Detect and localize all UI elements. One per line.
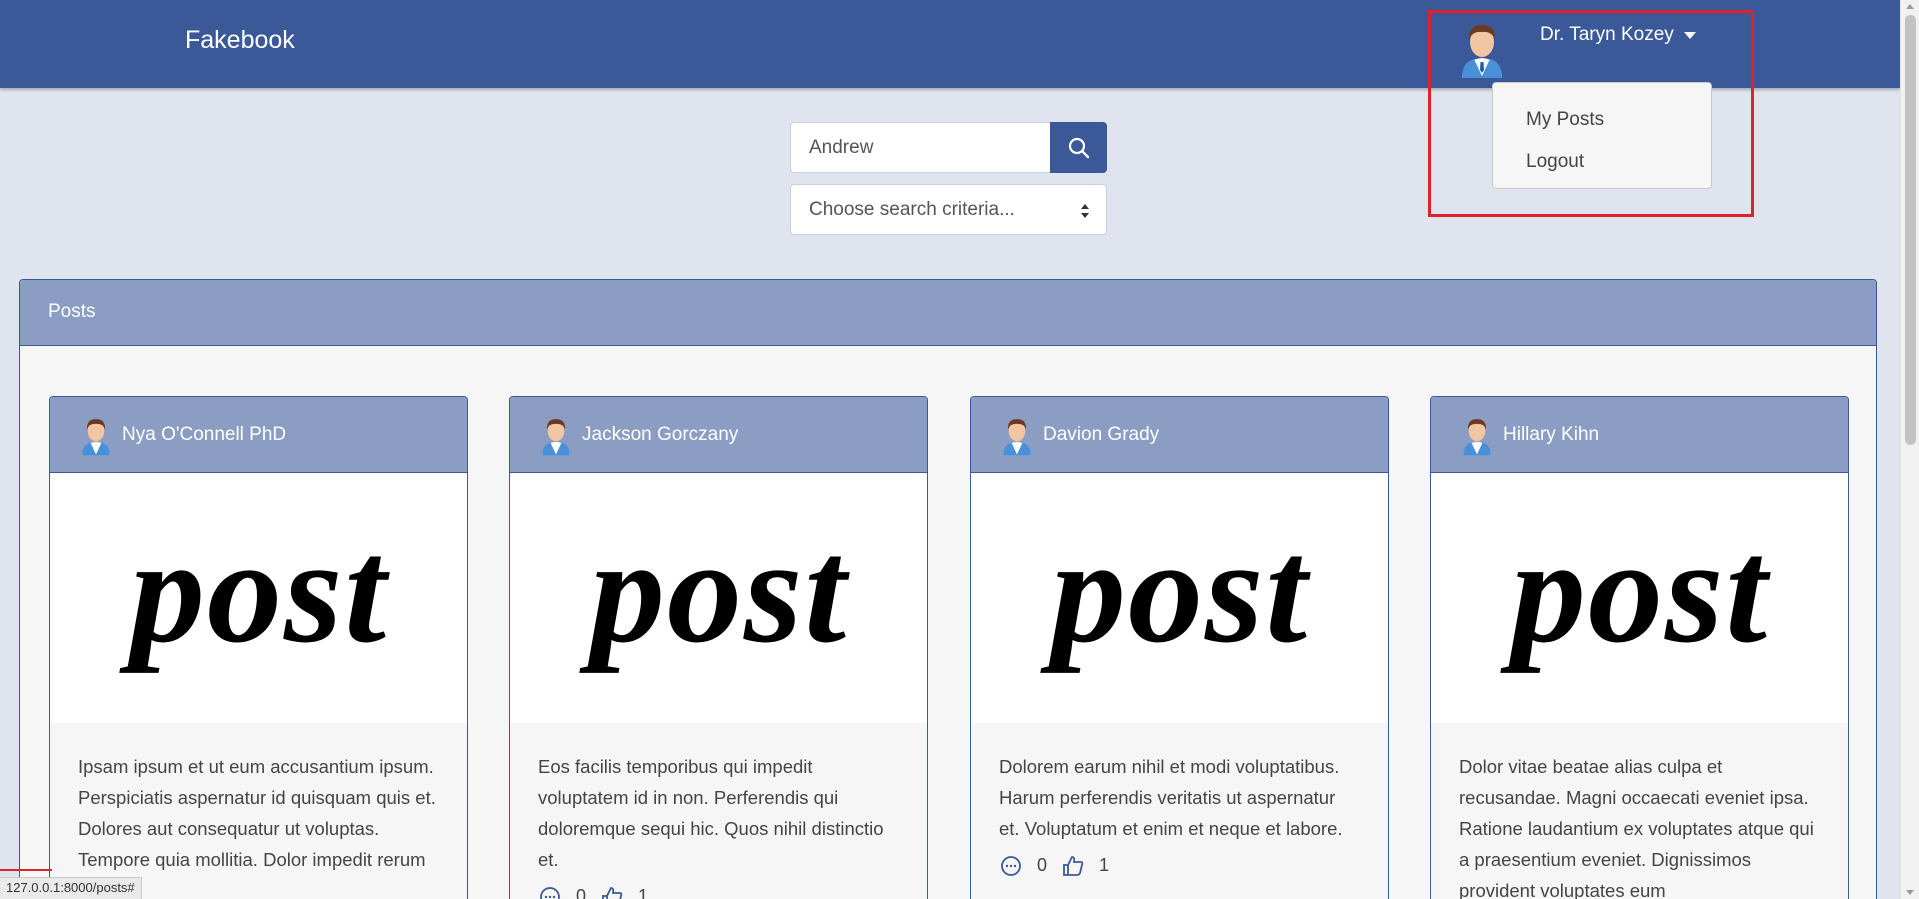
- post-card-header: Davion Grady: [971, 397, 1388, 473]
- post-body: Ipsam ipsum et ut eum accusantium ipsum.…: [50, 723, 467, 875]
- post-image: post: [971, 473, 1388, 723]
- post-image: post: [1431, 473, 1848, 723]
- search-criteria-select[interactable]: Choose search criteria...: [790, 184, 1107, 235]
- brand-logo[interactable]: Fakebook: [185, 26, 295, 55]
- search-icon: [1068, 137, 1089, 158]
- status-indicator-mark: [0, 869, 52, 877]
- svg-text:post: post: [578, 513, 849, 674]
- post-card[interactable]: Nya O'Connell PhD post Ipsam ipsum et ut…: [49, 396, 468, 899]
- post-body: Dolor vitae beatae alias culpa et recusa…: [1431, 723, 1848, 899]
- search-form: Choose search criteria...: [790, 122, 1107, 235]
- post-author[interactable]: Davion Grady: [1043, 424, 1159, 446]
- author-avatar-icon: [1463, 418, 1491, 456]
- post-body: Eos facilis temporibus qui impedit volup…: [510, 723, 927, 899]
- thumbs-up-icon[interactable]: [1061, 854, 1085, 878]
- post-text: Ipsam ipsum et ut eum accusantium ipsum.…: [78, 756, 436, 870]
- post-image-graphic: post: [578, 513, 849, 674]
- comment-icon[interactable]: [538, 885, 562, 899]
- post-body: Dolorem earum nihil et modi voluptatibus…: [971, 723, 1388, 881]
- post-image: post: [510, 473, 927, 723]
- post-author[interactable]: Jackson Gorczany: [582, 424, 738, 446]
- post-text: Eos facilis temporibus qui impedit volup…: [538, 756, 884, 870]
- top-navbar: Fakebook Dr. Taryn Kozey: [0, 0, 1900, 88]
- select-arrows-icon: [1081, 204, 1089, 218]
- post-author[interactable]: Hillary Kihn: [1503, 424, 1599, 446]
- browser-status-url: 127.0.0.1:8000/posts#: [0, 877, 142, 899]
- post-image-graphic: post: [118, 513, 389, 674]
- post-card[interactable]: Davion Grady post Dolorem earum nihil et…: [970, 396, 1389, 899]
- svg-text:post: post: [118, 513, 389, 674]
- post-stats: 0 1: [999, 850, 1360, 881]
- dropdown-item-logout[interactable]: Logout: [1493, 141, 1711, 183]
- scroll-down-arrow-icon[interactable]: [1906, 890, 1914, 895]
- user-dropdown-menu: My Posts Logout: [1492, 82, 1712, 189]
- post-text: Dolor vitae beatae alias culpa et recusa…: [1459, 756, 1814, 899]
- post-card-header: Nya O'Connell PhD: [50, 397, 467, 473]
- caret-down-icon: [1683, 31, 1696, 39]
- svg-text:post: post: [1499, 513, 1770, 674]
- post-card-header: Hillary Kihn: [1431, 397, 1848, 473]
- post-text: Dolorem earum nihil et modi voluptatibus…: [999, 756, 1343, 839]
- like-count: 1: [1099, 855, 1110, 875]
- post-card-header: Jackson Gorczany: [510, 397, 927, 473]
- post-image: post: [50, 473, 467, 723]
- comment-icon[interactable]: [999, 854, 1023, 878]
- user-avatar-icon[interactable]: [1456, 18, 1508, 78]
- dropdown-item-my-posts[interactable]: My Posts: [1493, 99, 1711, 141]
- post-stats: 0 1: [538, 881, 899, 899]
- svg-text:post: post: [1039, 513, 1310, 674]
- search-button[interactable]: [1050, 122, 1107, 173]
- scrollbar-thumb[interactable]: [1905, 15, 1916, 445]
- comment-count: 0: [576, 886, 587, 899]
- post-card[interactable]: Jackson Gorczany post Eos facilis tempor…: [509, 396, 928, 899]
- page-scrollbar[interactable]: [1900, 0, 1919, 899]
- author-avatar-icon: [542, 418, 570, 456]
- author-avatar-icon: [1003, 418, 1031, 456]
- posts-title: Posts: [48, 301, 96, 322]
- search-input[interactable]: [790, 122, 1050, 173]
- author-avatar-icon: [82, 418, 110, 456]
- search-criteria-value: Choose search criteria...: [809, 199, 1015, 220]
- posts-panel: Posts Nya O'Connell PhD post Ipsam ipsum…: [19, 279, 1877, 899]
- like-count: 1: [638, 886, 649, 899]
- post-image-graphic: post: [1499, 513, 1770, 674]
- scroll-up-arrow-icon[interactable]: [1906, 4, 1914, 9]
- post-author[interactable]: Nya O'Connell PhD: [122, 424, 286, 446]
- user-menu-toggle[interactable]: Dr. Taryn Kozey: [1540, 24, 1696, 46]
- user-name: Dr. Taryn Kozey: [1540, 24, 1674, 45]
- thumbs-up-icon[interactable]: [600, 885, 624, 899]
- comment-count: 0: [1037, 855, 1048, 875]
- post-image-graphic: post: [1039, 513, 1310, 674]
- post-card[interactable]: Hillary Kihn post Dolor vitae beatae ali…: [1430, 396, 1849, 899]
- posts-panel-header: Posts: [20, 280, 1876, 346]
